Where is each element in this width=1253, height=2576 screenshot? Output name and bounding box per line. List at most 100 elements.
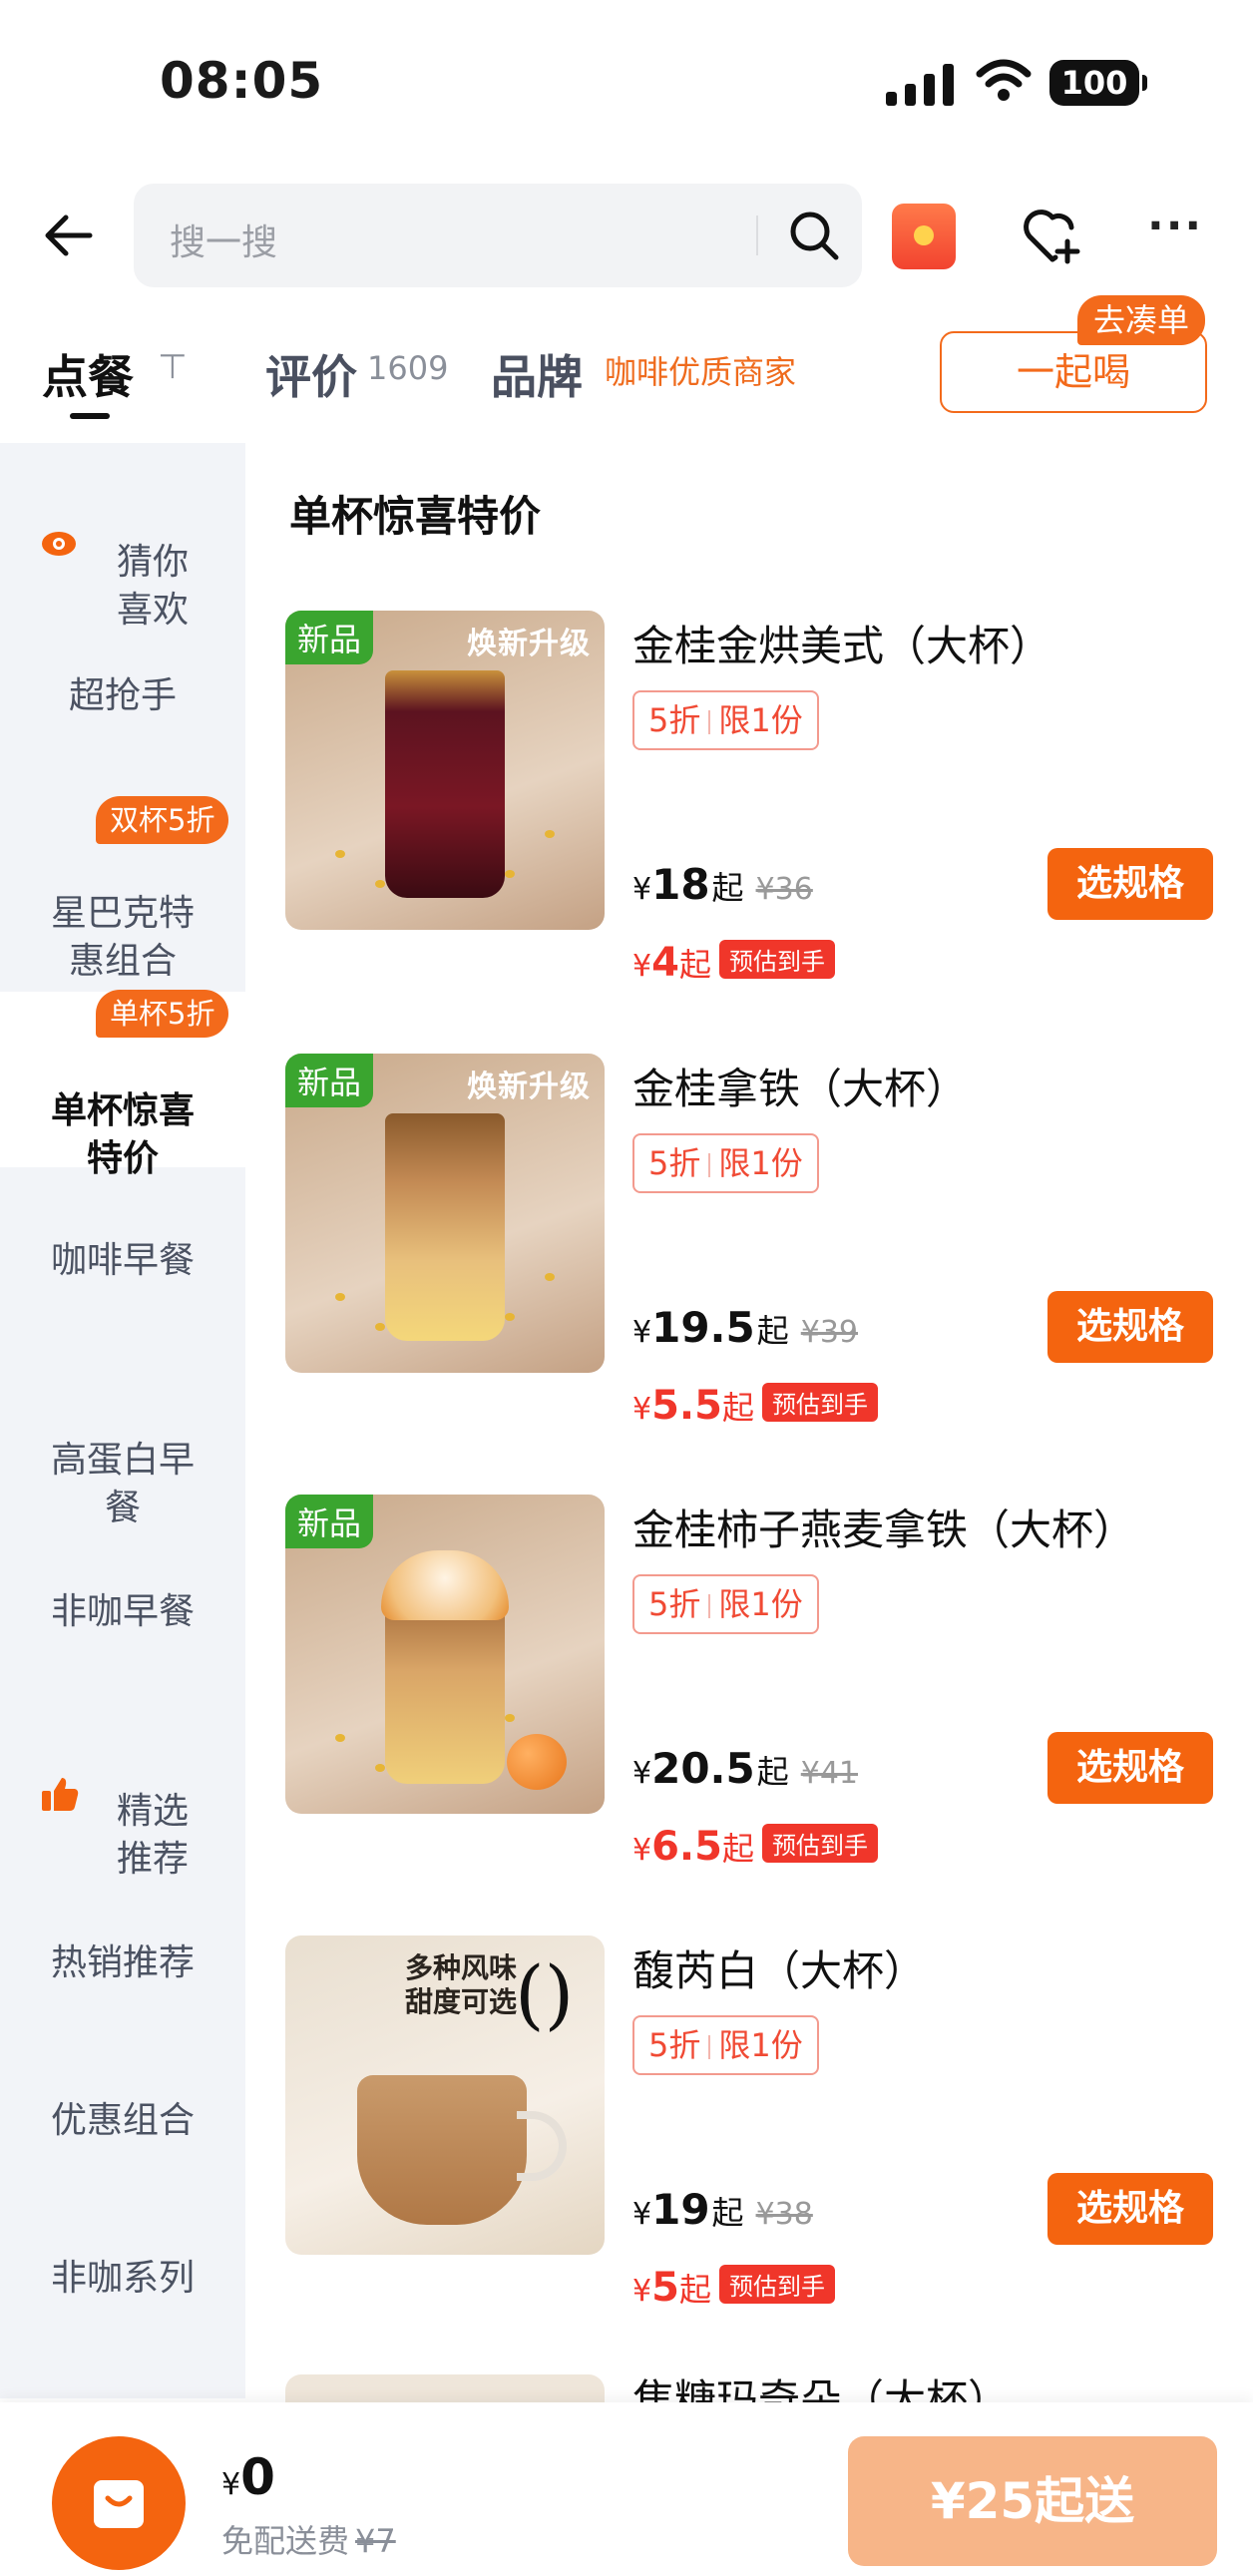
product-name[interactable]: 馥芮白（大杯）: [632, 1937, 926, 1998]
product-name[interactable]: 金桂拿铁（大杯）: [632, 1056, 968, 1116]
limit-label: 限1份: [718, 1585, 803, 1623]
discount-label: 5折: [648, 1144, 701, 1182]
limit-label: 限1份: [718, 701, 803, 739]
back-arrow-icon[interactable]: [40, 206, 100, 265]
coffee-cup-image: [385, 1594, 505, 1784]
search-divider: [756, 215, 758, 255]
brand-quality-tag: 咖啡优质商家: [605, 353, 797, 391]
discount-label: 5折: [648, 1585, 701, 1623]
product-image[interactable]: 新品: [285, 1495, 605, 1814]
price: 20.5: [651, 1744, 755, 1793]
price-from: 起: [721, 1830, 754, 1868]
price: 18: [651, 860, 710, 909]
sort-top-icon[interactable]: ⊤: [158, 347, 188, 387]
sidebar-item-deal-combo[interactable]: 优惠组合: [0, 2097, 245, 2145]
estimated-price-row: ¥5.5起 预估到手: [632, 1383, 878, 1429]
currency: ¥: [632, 1833, 652, 1868]
persimmon-image: [507, 1734, 567, 1790]
sidebar-item-coffee-breakfast[interactable]: 咖啡早餐: [0, 1237, 245, 1285]
original-price: ¥38: [755, 2197, 813, 2232]
price-from: 起: [711, 869, 744, 907]
search-bar[interactable]: 搜一搜: [134, 184, 862, 287]
min-order-button[interactable]: ¥25起送: [848, 2436, 1217, 2566]
price-row: ¥19.5起 ¥39: [632, 1303, 858, 1352]
estimated-price-row: ¥4起 预估到手: [632, 940, 835, 986]
price-row: ¥19起 ¥38: [632, 2185, 813, 2234]
sidebar-item-protein-breakfast[interactable]: 高蛋白早 餐: [0, 1389, 245, 1532]
tab-order[interactable]: 点餐: [42, 341, 134, 407]
sidebar-item-noncoffee[interactable]: 非咖系列: [0, 2255, 245, 2303]
limit-label: 限1份: [718, 1144, 803, 1182]
sidebar-item-label: 咖啡早餐: [50, 1240, 195, 1281]
currency: ¥: [632, 949, 652, 984]
product-name[interactable]: 金桂金烘美式（大杯）: [632, 613, 1051, 673]
estimated-price: 5: [651, 2265, 679, 2311]
currency: ¥: [632, 1315, 652, 1350]
join-order-badge[interactable]: 去凑单: [1077, 295, 1206, 345]
estimated-price: 5.5: [651, 1383, 722, 1429]
search-icon[interactable]: [786, 208, 842, 263]
delivery-original-fee: ¥7: [355, 2522, 396, 2560]
sidebar-item-label: 猜你 喜欢: [116, 542, 189, 631]
tab-review[interactable]: 评价: [265, 341, 357, 407]
product-card[interactable]: 新品 焕新升级 金桂拿铁（大杯） 5折 限1份 ¥19.5起 ¥39 ¥5.5起 预估…: [285, 1054, 1213, 1493]
estimated-price-row: ¥5起 预估到手: [632, 2265, 835, 2311]
original-price: ¥36: [755, 872, 813, 907]
new-tag: 新品: [285, 1054, 374, 1107]
sidebar-item-combo[interactable]: 星巴克特 惠组合: [0, 842, 245, 986]
currency: ¥: [632, 872, 652, 907]
product-image[interactable]: 新品 焕新升级: [285, 611, 605, 930]
search-input[interactable]: 搜一搜: [170, 214, 277, 265]
sidebar-item-label: 精选 推荐: [116, 1791, 189, 1880]
estimated-price: 4: [651, 940, 679, 986]
status-time: 08:05: [160, 52, 324, 110]
discount-tag: 5折 限1份: [632, 1574, 819, 1634]
sidebar-item-featured[interactable]: 精选 推荐: [0, 1740, 245, 1884]
eye-icon: [42, 532, 76, 556]
product-image[interactable]: 多种风味 甜度可选 (): [285, 1935, 605, 2255]
discount-label: 5折: [648, 701, 701, 739]
more-icon[interactable]: ···: [1147, 205, 1207, 261]
review-count: 1609: [367, 349, 449, 387]
product-card[interactable]: 新品 焕新升级 金桂金烘美式（大杯） 5折 限1份 ¥18起 ¥36 ¥4起 预估到手…: [285, 611, 1213, 1050]
sidebar-item-label: 优惠组合: [50, 2100, 195, 2141]
product-image[interactable]: 新品 焕新升级: [285, 1054, 605, 1373]
price-from: 起: [678, 946, 711, 984]
select-spec-button[interactable]: 选规格: [1047, 848, 1213, 920]
wifi-icon: [976, 59, 1032, 101]
upgrade-tag: 焕新升级: [467, 1070, 591, 1104]
currency: ¥: [632, 1756, 652, 1791]
currency: ¥: [632, 2274, 652, 2309]
signal-icon: [886, 64, 954, 106]
sidebar-item-label: 非咖早餐: [50, 1591, 195, 1632]
discount-tag: 5折 限1份: [632, 690, 819, 750]
tab-brand[interactable]: 品牌: [491, 341, 583, 407]
shopping-bag-icon: [94, 2480, 144, 2528]
product-card[interactable]: 新品 金桂柿子燕麦拿铁（大杯） 5折 限1份 ¥20.5起 ¥41 ¥6.5起 预估到…: [285, 1495, 1213, 1933]
category-sidebar: 猜你 喜欢 超抢手 双杯5折 星巴克特 惠组合 单杯惊喜 特价 单杯5折 咖啡早…: [0, 443, 245, 2398]
caramel-cream-topping: [381, 1550, 509, 1620]
sidebar-item-hot[interactable]: 超抢手: [0, 672, 245, 720]
image-caption: 多种风味 甜度可选: [405, 1951, 518, 2018]
currency: ¥: [632, 1392, 652, 1427]
red-packet-icon[interactable]: [892, 204, 956, 269]
currency: ¥: [632, 2197, 652, 2232]
favorite-add-icon[interactable]: [1020, 204, 1085, 269]
sidebar-item-bestseller[interactable]: 热销推荐: [0, 1939, 245, 1987]
price: 19: [651, 2185, 710, 2234]
coffee-cup-image: [385, 670, 505, 898]
currency: ¥: [221, 2467, 241, 2502]
sidebar-item-noncoffee-breakfast[interactable]: 非咖早餐: [0, 1588, 245, 1636]
cart-button[interactable]: [52, 2436, 186, 2570]
new-tag: 新品: [285, 1495, 374, 1548]
select-spec-button[interactable]: 选规格: [1047, 1732, 1213, 1804]
product-card[interactable]: 多种风味 甜度可选 () 馥芮白（大杯） 5折 限1份 ¥19起 ¥38 ¥5起 预估…: [285, 1935, 1213, 2374]
sidebar-item-label: 高蛋白早 餐: [50, 1440, 195, 1528]
sidebar-item-guess[interactable]: 猜你 喜欢: [0, 491, 245, 635]
product-name[interactable]: 金桂柿子燕麦拿铁（大杯）: [632, 1497, 1135, 1557]
price-row: ¥20.5起 ¥41: [632, 1744, 858, 1793]
select-spec-button[interactable]: 选规格: [1047, 1291, 1213, 1363]
estimated-tag: 预估到手: [718, 940, 835, 979]
select-spec-button[interactable]: 选规格: [1047, 2173, 1213, 2245]
discount-label: 5折: [648, 2026, 701, 2064]
